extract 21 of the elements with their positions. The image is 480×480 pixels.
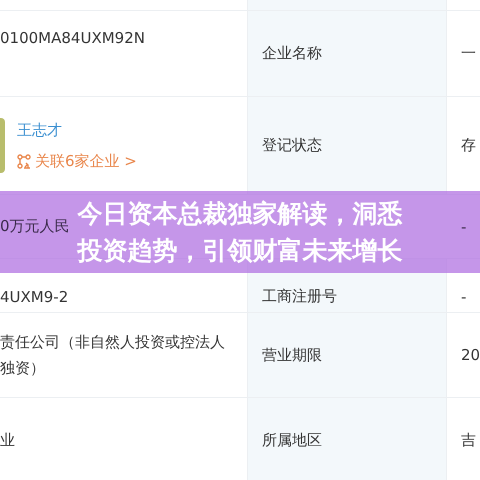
person-name-link[interactable]: 王志才 bbox=[17, 120, 137, 140]
field-label: 工商注册号 bbox=[262, 287, 337, 306]
field-value: 一 bbox=[461, 44, 476, 63]
field-value: 4UXM9-2 bbox=[0, 288, 68, 306]
field-label: 登记状态 bbox=[262, 136, 322, 155]
field-value: 20 bbox=[461, 346, 480, 364]
field-value: 责任公司（非自然人投资或控法人独资） bbox=[0, 332, 225, 379]
headline-text: 今日资本总裁独家解读，洞悉投资趋势，引领财富未来增长 bbox=[76, 198, 404, 267]
field-label: 企业名称 bbox=[262, 44, 322, 63]
field-value: 吉 bbox=[461, 430, 476, 450]
field-value: 业 bbox=[0, 430, 15, 450]
field-value: - bbox=[461, 218, 466, 236]
network-icon bbox=[17, 154, 31, 168]
field-value: 存 bbox=[461, 136, 476, 155]
related-companies-link[interactable]: 关联6家企业 > bbox=[17, 152, 137, 170]
field-value: 0万元人民 bbox=[0, 217, 70, 236]
field-value: 0100MA84UXM92N bbox=[0, 29, 145, 47]
field-label: 营业期限 bbox=[262, 346, 322, 364]
avatar-icon bbox=[0, 118, 5, 173]
field-label: 所属地区 bbox=[262, 430, 322, 450]
field-value: - bbox=[461, 288, 466, 306]
